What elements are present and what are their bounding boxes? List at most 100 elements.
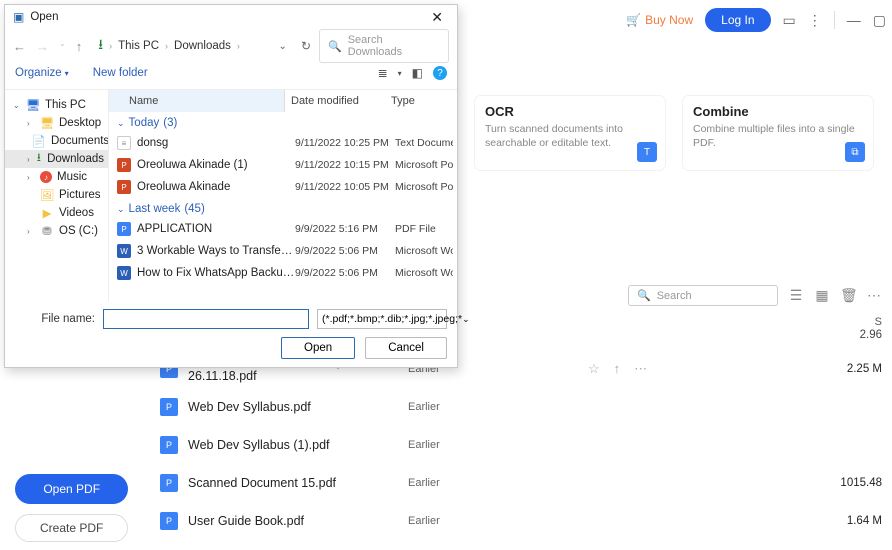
cancel-button[interactable]: Cancel	[365, 337, 447, 359]
app-menu-icon[interactable]: ▭	[783, 12, 796, 29]
view-list-icon[interactable]: ☰	[788, 287, 804, 304]
filetype-select[interactable]: (*.pdf;*.bmp;*.dib;*.jpg;*.jpeg;* ⌄	[317, 309, 447, 329]
tree-os-drive[interactable]: › ⛃ OS (C:)	[5, 222, 108, 240]
ppt-file-icon: P	[117, 180, 131, 194]
group-label: Today	[129, 117, 160, 129]
pdf-file-icon: P	[160, 512, 178, 530]
delete-icon[interactable]: 🗑	[840, 287, 856, 304]
recent-icon[interactable]: ⌄	[59, 39, 66, 54]
collapse-icon[interactable]: ⌄	[13, 101, 21, 110]
file-toolbar: 🔍 Search ☰ ▦ 🗑 ⋯	[628, 285, 892, 306]
combine-card[interactable]: Combine Combine multiple files into a si…	[683, 96, 873, 170]
file-row[interactable]: ≡ donsg 9/11/2022 10:25 PM Text Documen	[113, 132, 457, 154]
table-row[interactable]: P Scanned Document 15.pdf Earlier 1015.4…	[0, 464, 892, 502]
column-date[interactable]: Date modified	[285, 95, 385, 107]
file-name: Web Dev Syllabus (1).pdf	[188, 438, 408, 452]
help-icon[interactable]: ?	[433, 66, 447, 80]
tree-label: Desktop	[59, 117, 101, 129]
file-date: 9/11/2022 10:25 PM	[295, 137, 395, 149]
open-pdf-button[interactable]: Open PDF	[15, 474, 128, 504]
collapse-icon[interactable]: ⌄	[117, 204, 125, 215]
more-icon[interactable]: ⋯	[866, 287, 882, 304]
chevron-right-icon: ›	[237, 41, 240, 51]
size-header: S	[875, 316, 882, 328]
file-size: 1.64 M	[847, 515, 882, 527]
file-row[interactable]: P Oreoluwa Akinade 9/11/2022 10:05 PM Mi…	[113, 176, 457, 198]
tree-pictures[interactable]: 🖼 Pictures	[5, 186, 108, 204]
column-type[interactable]: Type	[385, 95, 415, 107]
new-folder-button[interactable]: New folder	[93, 67, 148, 79]
minimize-icon[interactable]: —	[847, 12, 861, 28]
chevron-down-icon[interactable]: ⌄	[279, 41, 287, 52]
file-date: 9/9/2022 5:06 PM	[295, 267, 395, 279]
download-icon: ⭳	[36, 153, 42, 165]
expand-icon[interactable]: ›	[27, 119, 35, 128]
tree-downloads[interactable]: › ⭳ Downloads	[5, 150, 108, 168]
word-file-icon: W	[117, 266, 131, 280]
star-icon[interactable]: ☆	[588, 361, 600, 377]
table-row[interactable]: P User Guide Book.pdf Earlier 1.64 M	[0, 502, 892, 540]
tree-music[interactable]: › ♪ Music	[5, 168, 108, 186]
ocr-card[interactable]: OCR Turn scanned documents into searchab…	[475, 96, 665, 170]
file-search-box[interactable]: 🔍 Search	[628, 285, 778, 306]
upload-icon[interactable]: ↑	[614, 361, 621, 377]
chevron-right-icon: ›	[165, 41, 168, 51]
breadcrumb-downloads[interactable]: Downloads	[174, 40, 231, 52]
preview-pane-icon[interactable]: ◧	[412, 66, 423, 80]
chevron-down-icon[interactable]: ▾	[398, 69, 402, 78]
maximize-icon[interactable]: ▢	[873, 12, 886, 29]
collapse-icon[interactable]: ⌄	[117, 118, 125, 129]
group-today[interactable]: ⌄ Today (3)	[113, 112, 457, 132]
left-action-buttons: Open PDF Create PDF	[15, 474, 128, 542]
group-count: (3)	[163, 117, 177, 129]
tree-label: Videos	[59, 207, 94, 219]
drive-icon: ⛃	[40, 225, 54, 237]
organize-button[interactable]: Organize ▾	[15, 67, 69, 79]
create-pdf-button[interactable]: Create PDF	[15, 514, 128, 542]
file-name: How to Fix WhatsApp Backup Not Showi...	[137, 267, 295, 279]
tree-videos[interactable]: ▶ Videos	[5, 204, 108, 222]
table-row[interactable]: P Web Dev Syllabus (1).pdf Earlier	[0, 426, 892, 464]
tool-cards: OCR Turn scanned documents into searchab…	[475, 96, 873, 170]
search-icon: 🔍	[328, 40, 342, 53]
file-type: PDF File	[395, 223, 453, 235]
buy-now-link[interactable]: 🛒 Buy Now	[626, 13, 693, 27]
file-time: Earlier	[408, 477, 588, 489]
app-more-icon[interactable]: ⋮	[808, 12, 822, 29]
forward-icon[interactable]: →	[36, 39, 49, 54]
group-last-week[interactable]: ⌄ Last week (45)	[113, 198, 457, 218]
expand-icon[interactable]: ›	[27, 227, 35, 236]
login-button[interactable]: Log In	[705, 8, 770, 32]
breadcrumb[interactable]: ⭳ › This PC › Downloads ›	[90, 30, 248, 62]
download-icon: ⭳	[98, 34, 103, 58]
view-grid-icon[interactable]: ▦	[814, 287, 830, 304]
file-row[interactable]: P APPLICATION 9/9/2022 5:16 PM PDF File	[113, 218, 457, 240]
tree-this-pc[interactable]: ⌄ 🖥 This PC	[5, 96, 108, 114]
row-more-icon[interactable]: ⋯	[634, 361, 647, 377]
filename-input[interactable]	[103, 309, 309, 329]
up-icon[interactable]: ↑	[76, 39, 83, 54]
file-type: Microsoft Pow	[395, 159, 453, 171]
tree-documents[interactable]: 📄 Documents	[5, 132, 108, 150]
file-type: Microsoft Pow	[395, 181, 453, 193]
tree-desktop[interactable]: › 🖥 Desktop	[5, 114, 108, 132]
breadcrumb-this-pc[interactable]: This PC	[118, 40, 159, 52]
expand-icon[interactable]: ›	[27, 173, 35, 182]
view-list-icon[interactable]: ≣	[378, 66, 388, 80]
search-placeholder: Search	[657, 290, 692, 302]
table-row[interactable]: P Web Dev Syllabus.pdf Earlier	[0, 388, 892, 426]
file-row[interactable]: W 3 Workable Ways to Transfer Game Progr…	[113, 240, 457, 262]
file-row[interactable]: W How to Fix WhatsApp Backup Not Showi..…	[113, 262, 457, 284]
expand-icon[interactable]: ›	[27, 155, 31, 164]
file-row[interactable]: P Oreoluwa Akinade (1) 9/11/2022 10:15 P…	[113, 154, 457, 176]
tree-label: Music	[57, 171, 87, 183]
close-icon[interactable]: ✕	[425, 9, 449, 26]
file-size: 1015.48	[840, 477, 882, 489]
pictures-icon: 🖼	[40, 189, 54, 201]
music-icon: ♪	[40, 171, 52, 183]
open-button[interactable]: Open	[281, 337, 355, 359]
refresh-icon[interactable]: ↻	[301, 39, 311, 53]
back-icon[interactable]: ←	[13, 39, 26, 54]
column-name[interactable]: Name	[109, 90, 285, 112]
dialog-search-box[interactable]: 🔍 Search Downloads	[319, 29, 449, 63]
